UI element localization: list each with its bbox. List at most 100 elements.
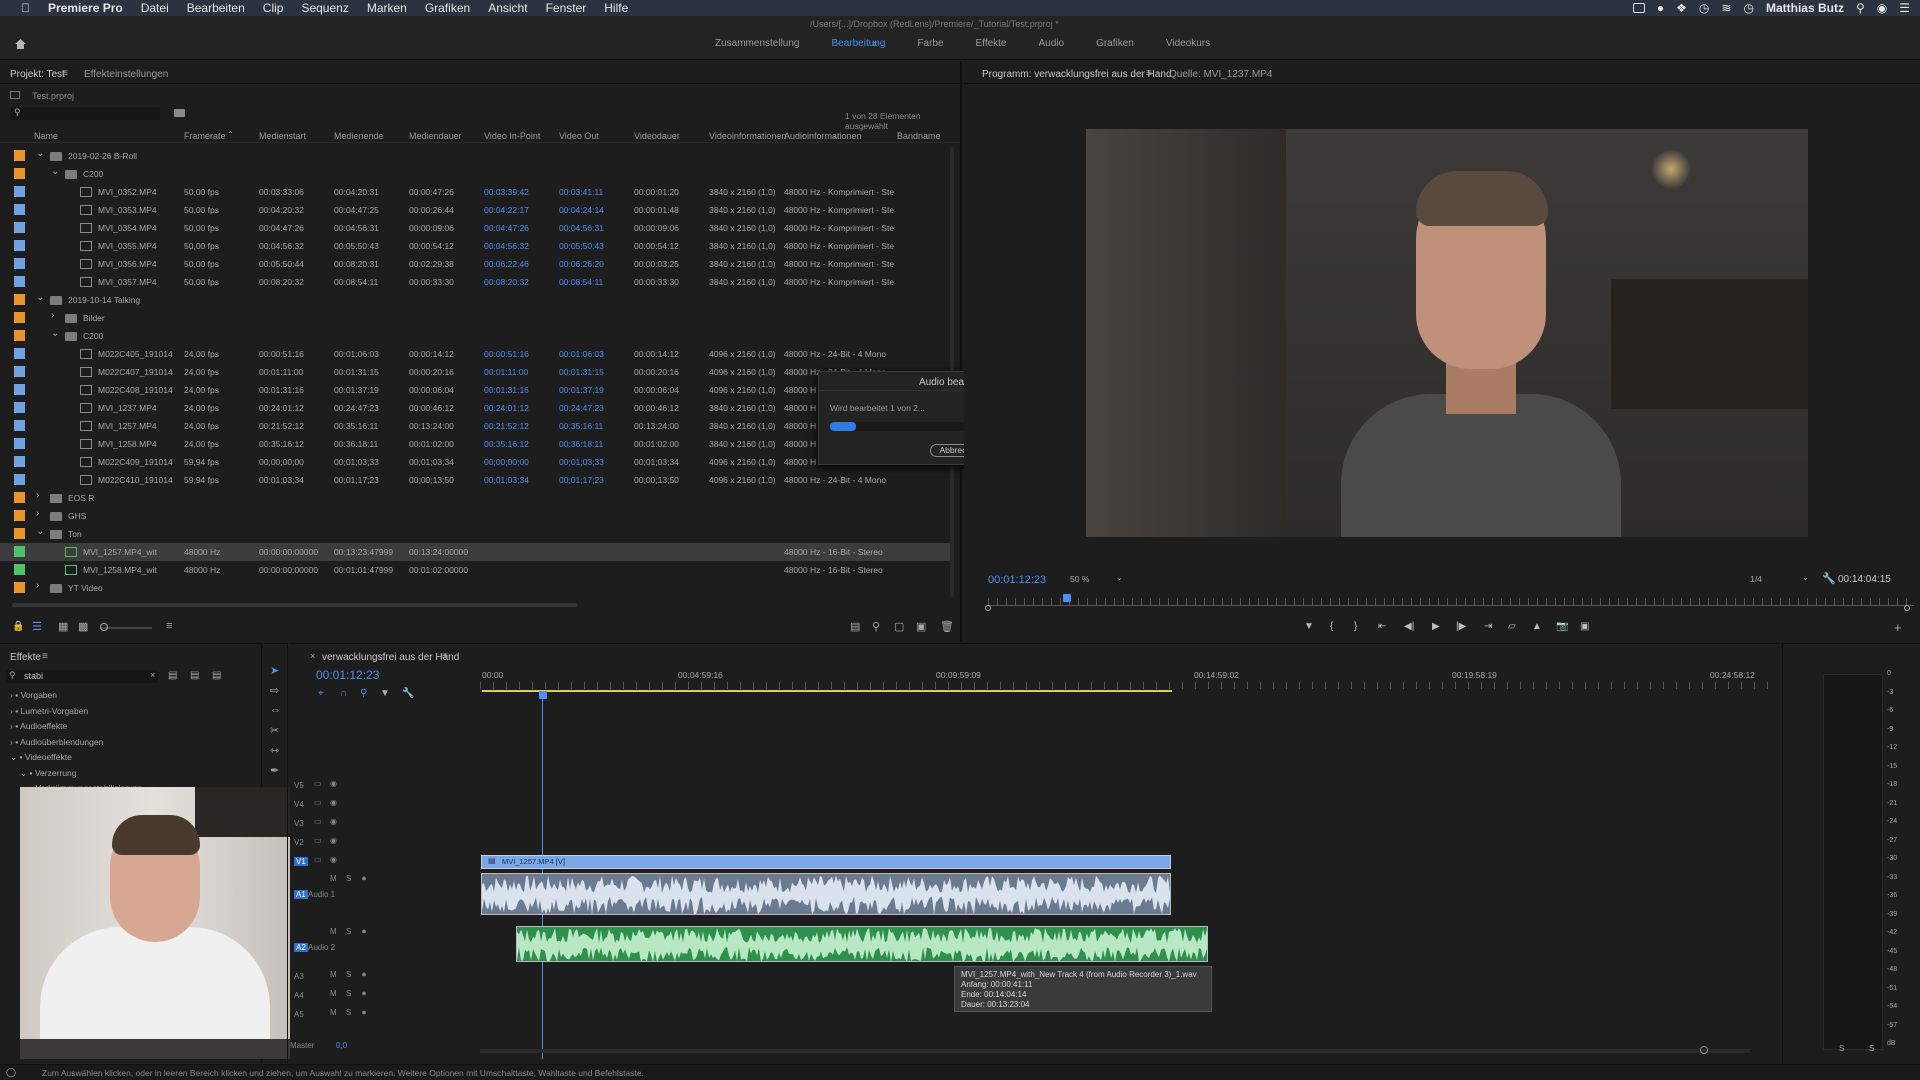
solo-button[interactable]: S	[346, 874, 351, 883]
label-color-swatch[interactable]	[14, 402, 25, 413]
home-icon[interactable]	[14, 38, 27, 50]
label-color-swatch[interactable]	[14, 546, 25, 557]
audio-track-header[interactable]: A4 M S ⏺	[290, 989, 480, 1005]
tab-sequence[interactable]: verwacklungsfrei aus der Hand	[322, 652, 459, 663]
clip-row[interactable]: M022C409_191014 59,94 fps 00;00;00;00 00;01…	[0, 453, 950, 471]
tab-effects[interactable]: Effekte	[10, 652, 41, 663]
play-icon[interactable]: ▶	[1432, 621, 1440, 632]
timeline-zoom-handle[interactable]	[1700, 1046, 1708, 1054]
video-clip[interactable]: ▤ MVI_1257.MP4 [V]	[481, 855, 1171, 869]
label-color-swatch[interactable]	[14, 438, 25, 449]
tab-project[interactable]: Projekt: Test	[10, 69, 65, 80]
menu-ansicht[interactable]: Ansicht	[479, 0, 536, 16]
dropbox-icon[interactable]: ❖	[1676, 1, 1687, 15]
mute-button[interactable]: M	[330, 989, 337, 998]
label-color-swatch[interactable]	[14, 366, 25, 377]
sort-asc-icon[interactable]: ⌃	[227, 130, 234, 139]
label-color-swatch[interactable]	[14, 258, 25, 269]
timeline-timecode[interactable]: 00:01:12:23	[316, 668, 379, 682]
ripple-edit-tool-icon[interactable]: ⇔	[270, 704, 281, 716]
workspace-tab-audio[interactable]: Audio	[1039, 38, 1065, 49]
creative-cloud-icon[interactable]: ●	[1657, 1, 1664, 15]
add-marker-icon[interactable]: ▼	[380, 688, 390, 699]
clip-row[interactable]: MVI_0356.MP4 50,00 fps 00:05:50:44 00:08:20…	[0, 255, 950, 273]
notification-center-icon[interactable]: ☰	[1899, 1, 1910, 15]
yuv-effects-icon[interactable]: ▤	[212, 670, 221, 681]
menu-bearbeiten[interactable]: Bearbeiten	[178, 0, 254, 16]
col-medienende[interactable]: Medienende	[334, 131, 384, 141]
effects-tab-menu-icon[interactable]: ≡	[42, 651, 48, 662]
trash-icon[interactable]: 🗑	[940, 620, 954, 633]
label-color-swatch[interactable]	[14, 456, 25, 467]
clip-row[interactable]: MVI_1257.MP4 24,00 fps 00:21:52:12 00:35:16…	[0, 417, 950, 435]
label-color-swatch[interactable]	[14, 582, 25, 593]
timeline-playhead-head[interactable]	[539, 691, 547, 699]
menu-clip[interactable]: Clip	[254, 0, 293, 16]
razor-tool-icon[interactable]: ✂	[270, 724, 279, 737]
work-area-bar[interactable]	[482, 690, 1172, 692]
program-scrubber[interactable]	[988, 598, 1914, 606]
toggle-sync-lock-icon[interactable]: ▭	[314, 798, 322, 807]
disclosure-closed-icon[interactable]: ›	[36, 508, 39, 519]
clip-row[interactable]: MVI_0355.MP4 50,00 fps 00:04:56:32 00:05:50…	[0, 237, 950, 255]
program-in-handle[interactable]	[985, 605, 991, 611]
solo-button[interactable]: S	[346, 1008, 351, 1017]
program-tab-menu-icon[interactable]: ≡	[1146, 68, 1152, 79]
col-medienstart[interactable]: Medienstart	[259, 131, 306, 141]
solo-button[interactable]: S	[346, 927, 351, 936]
solo-button[interactable]: S	[346, 970, 351, 979]
col-video-out[interactable]: Video Out	[559, 131, 599, 141]
clip-row[interactable]: M022C410_191014 59,94 fps 00;01;03;34 00;01…	[0, 471, 950, 489]
label-color-swatch[interactable]	[14, 420, 25, 431]
add-button-icon[interactable]: +	[1894, 620, 1902, 635]
go-to-in-icon[interactable]: ⇤	[1378, 621, 1386, 632]
label-color-swatch[interactable]	[14, 492, 25, 503]
timeline-settings-icon[interactable]: 🔧	[402, 688, 414, 699]
close-tab-icon[interactable]: ×	[310, 651, 315, 661]
label-color-swatch[interactable]	[14, 348, 25, 359]
col-videoinfo[interactable]: Videoinformationen	[709, 131, 786, 141]
label-color-swatch[interactable]	[14, 150, 25, 161]
meter-solo-right[interactable]: S	[1869, 1044, 1874, 1053]
label-color-swatch[interactable]	[14, 330, 25, 341]
label-color-swatch[interactable]	[14, 528, 25, 539]
bin-row[interactable]: ⌄ C200	[0, 165, 950, 183]
toggle-sync-lock-icon[interactable]: ▭	[314, 836, 322, 845]
clip-row[interactable]: MVI_0353.MP4 50,00 fps 00:04:20:32 00:04:47…	[0, 201, 950, 219]
wrench-icon[interactable]: 🔧	[1822, 572, 1836, 585]
bin-row[interactable]: ⌄ 2019-10-14 Talking	[0, 291, 950, 309]
mute-button[interactable]: M	[330, 927, 337, 936]
clip-row[interactable]: M022C407_191014 24,00 fps 00:01:11:00 00:01…	[0, 363, 950, 381]
lift-icon[interactable]: ▱	[1508, 621, 1516, 632]
menu-datei[interactable]: Datei	[132, 0, 178, 16]
slip-tool-icon[interactable]: ⇿	[270, 744, 279, 757]
workspace-menu-icon[interactable]: ≡	[872, 39, 877, 49]
pen-tool-icon[interactable]: ✒	[270, 764, 279, 777]
list-view-icon[interactable]: ☰	[32, 620, 42, 633]
tab-program-monitor[interactable]: Programm: verwacklungsfrei aus der Hand	[982, 69, 1172, 80]
label-color-swatch[interactable]	[14, 240, 25, 251]
col-mediendauer[interactable]: Mediendauer	[409, 131, 462, 141]
new-item-icon[interactable]: ▣	[916, 620, 926, 633]
marker-icon[interactable]: ▼	[1304, 621, 1314, 632]
project-horizontal-scrollbar[interactable]	[12, 603, 577, 607]
menubar-user[interactable]: Matthias Butz	[1766, 1, 1844, 15]
sequence-tab-menu-icon[interactable]: ≡	[442, 651, 448, 662]
quality-dropdown[interactable]: 1/4 ⌄	[1750, 573, 1809, 586]
microphone-icon[interactable]: ⏺	[362, 1008, 366, 1018]
lock-icon[interactable]: 🔒	[12, 621, 24, 632]
effects-tree-item[interactable]: › ▪ Audioeffekte	[10, 721, 67, 735]
label-color-swatch[interactable]	[14, 384, 25, 395]
sort-icon[interactable]: ≡	[166, 620, 172, 632]
label-color-swatch[interactable]	[14, 204, 25, 215]
effects-tree-item[interactable]: › ▪ Vorgaben	[10, 690, 57, 704]
track-select-tool-icon[interactable]: ⇨	[270, 684, 279, 697]
disclosure-closed-icon[interactable]: ›	[36, 490, 39, 501]
label-color-swatch[interactable]	[14, 474, 25, 485]
disclosure-open-icon[interactable]: ⌄	[36, 292, 44, 303]
compare-icon[interactable]: ▣	[1580, 621, 1589, 632]
effects-tree-item[interactable]: ⌄ ▪ Videoeffekte	[10, 752, 72, 766]
master-track-header[interactable]: Master 0,0	[290, 1041, 480, 1057]
effects-tree-item[interactable]: › ▪ Lumetri-Vorgaben	[10, 706, 88, 720]
step-back-icon[interactable]: ◀|	[1404, 621, 1414, 632]
